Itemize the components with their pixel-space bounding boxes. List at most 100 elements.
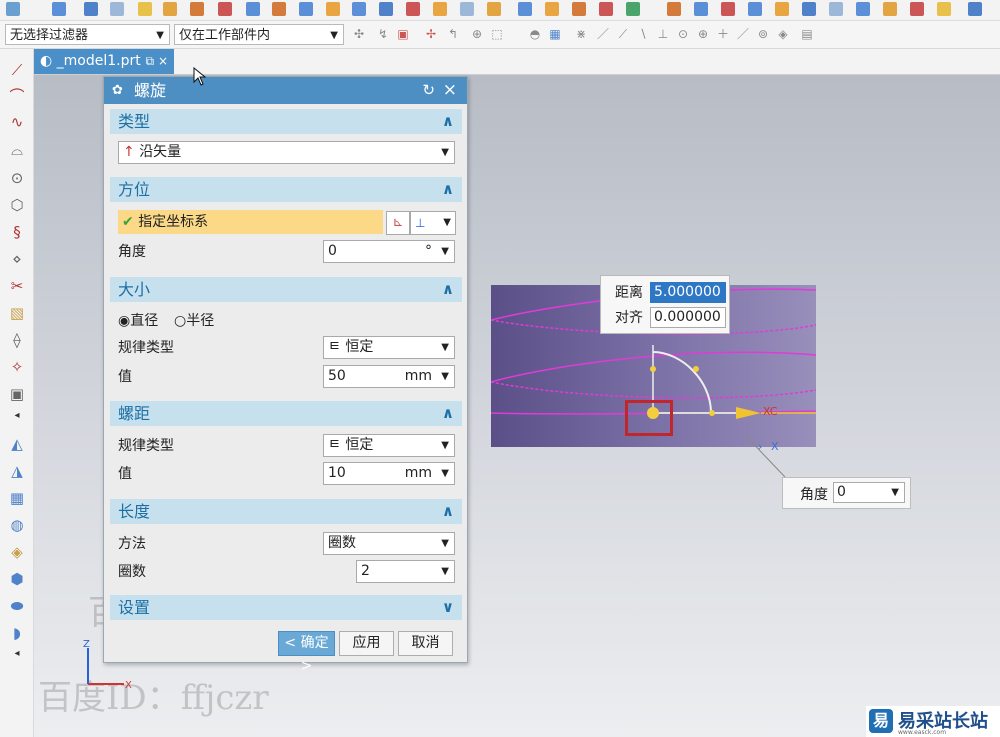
project-icon[interactable]: ⟠ xyxy=(8,331,26,349)
selection-filter-select[interactable]: 无选择过滤器 ▼ xyxy=(5,24,170,45)
expand-arrow-icon[interactable]: ◂ xyxy=(8,407,26,425)
toolbar-tool-icon[interactable] xyxy=(138,2,152,16)
sweep-tube-icon[interactable]: ◗ xyxy=(8,624,26,642)
type-select[interactable]: ↑ 沿矢量 ▼ xyxy=(118,141,455,164)
handle-point[interactable] xyxy=(693,366,699,372)
surface-icon[interactable]: ◭ xyxy=(8,435,26,453)
toolbar-tool-icon[interactable] xyxy=(352,2,366,16)
snap-icon[interactable]: ◈ xyxy=(776,27,790,41)
section-type-header[interactable]: 类型 ∧ xyxy=(110,109,462,134)
toolbar-tool-icon[interactable] xyxy=(545,2,559,16)
toolbar-tool-icon[interactable] xyxy=(626,2,640,16)
snap-icon[interactable]: ▦ xyxy=(548,27,562,41)
radius-radio[interactable]: ○半径 xyxy=(174,310,214,330)
mesh-icon[interactable]: ▦ xyxy=(8,489,26,507)
distance-input[interactable]: 5.000000 xyxy=(650,282,726,303)
extract-icon[interactable]: ▣ xyxy=(8,385,26,403)
toolbar-tool-icon[interactable] xyxy=(6,2,20,16)
surface-icon[interactable]: ◮ xyxy=(8,462,26,480)
toolbar-tool-icon[interactable] xyxy=(326,2,340,16)
csys-dialog-icon[interactable]: ⊾ xyxy=(386,211,410,235)
angle-popup-select[interactable]: 0 ▼ xyxy=(833,482,905,503)
trim-icon[interactable]: ✂ xyxy=(8,277,26,295)
offset-icon[interactable]: ⋄ xyxy=(8,250,26,268)
snap-icon[interactable]: ▤ xyxy=(800,27,814,41)
snap-icon[interactable]: ◓ xyxy=(528,27,542,41)
toolbar-tool-icon[interactable] xyxy=(910,2,924,16)
snap-icon[interactable]: ⊕ xyxy=(470,27,484,41)
pitch-value-input[interactable]: 10 mm ▼ xyxy=(323,462,455,485)
circle-icon[interactable]: ⊙ xyxy=(8,169,26,187)
dialog-titlebar[interactable]: ✿ 螺旋 ↻ × xyxy=(104,77,467,104)
toolbar-tool-icon[interactable] xyxy=(802,2,816,16)
length-method-select[interactable]: 圈数 ▼ xyxy=(323,532,455,555)
toolbar-tool-icon[interactable] xyxy=(748,2,762,16)
polygon-icon[interactable]: ⬡ xyxy=(8,196,26,214)
toolbar-tool-icon[interactable] xyxy=(433,2,447,16)
snap-icon[interactable]: ↰ xyxy=(446,27,460,41)
toolbar-tool-icon[interactable] xyxy=(599,2,613,16)
snap-icon[interactable]: ∖ xyxy=(636,27,650,41)
pitch-law-select[interactable]: ㅌ 恒定 ▼ xyxy=(323,434,455,457)
section-settings-header[interactable]: 设置 ∨ xyxy=(110,595,462,620)
chevron-up-icon[interactable]: ∧ xyxy=(442,277,454,302)
chevron-up-icon[interactable]: ∧ xyxy=(442,499,454,524)
xc-arrow-icon[interactable] xyxy=(736,407,761,419)
toolbar-tool-icon[interactable] xyxy=(775,2,789,16)
snap-icon[interactable]: ／ xyxy=(596,27,610,41)
section-length-header[interactable]: 长度 ∧ xyxy=(110,499,462,524)
close-icon[interactable]: × xyxy=(158,54,168,68)
toolbar-tool-icon[interactable] xyxy=(246,2,260,16)
toolbar-tool-icon[interactable] xyxy=(110,2,124,16)
section-orientation-header[interactable]: 方位 ∧ xyxy=(110,177,462,202)
text-icon[interactable]: ▧ xyxy=(8,304,26,322)
toolbar-tool-icon[interactable] xyxy=(163,2,177,16)
toolbar-tool-icon[interactable] xyxy=(518,2,532,16)
handle-point[interactable] xyxy=(650,366,656,372)
toolbar-tool-icon[interactable] xyxy=(487,2,501,16)
gear-icon[interactable]: ✿ xyxy=(112,77,123,104)
close-icon[interactable]: × xyxy=(443,77,457,104)
handle-point[interactable] xyxy=(709,410,715,416)
diameter-radio[interactable]: ◉直径 xyxy=(118,310,158,330)
snap-icon[interactable]: ⊕ xyxy=(696,27,710,41)
snap-icon[interactable]: ⬚ xyxy=(490,27,504,41)
size-law-select[interactable]: ㅌ 恒定 ▼ xyxy=(323,336,455,359)
size-value-input[interactable]: 50 mm ▼ xyxy=(323,365,455,388)
blend-icon[interactable]: ◈ xyxy=(8,543,26,561)
reset-icon[interactable]: ↻ xyxy=(422,77,435,104)
align-input[interactable]: 0.000000 xyxy=(650,307,726,328)
toolbar-tool-icon[interactable] xyxy=(883,2,897,16)
tab-controls[interactable]: ⧉ × xyxy=(146,49,168,74)
selection-scope-select[interactable]: 仅在工作部件内 ▼ xyxy=(174,24,344,45)
specify-csys-row[interactable]: ✔ 指定坐标系 xyxy=(118,210,383,234)
tube-icon[interactable]: ⬬ xyxy=(8,597,26,615)
snap-icon[interactable]: ⋇ xyxy=(574,27,588,41)
snap-icon[interactable]: ⊙ xyxy=(676,27,690,41)
cancel-button[interactable]: 取消 xyxy=(398,631,453,656)
toolbar-tool-icon[interactable] xyxy=(190,2,204,16)
snap-icon[interactable]: ⊚ xyxy=(756,27,770,41)
chevron-up-icon[interactable]: ∧ xyxy=(442,177,454,202)
tab-model1[interactable]: ◐ _model1.prt ⧉ × xyxy=(34,49,174,74)
toolbar-tool-icon[interactable] xyxy=(856,2,870,16)
toolbar-tool-icon[interactable] xyxy=(406,2,420,16)
snap-icon[interactable]: ✣ xyxy=(352,27,366,41)
section-size-header[interactable]: 大小 ∧ xyxy=(110,277,462,302)
toolbar-tool-icon[interactable] xyxy=(218,2,232,16)
snap-icon[interactable]: ＋ xyxy=(716,27,730,41)
toolbar-tool-icon[interactable] xyxy=(84,2,98,16)
sweep-icon[interactable]: ◍ xyxy=(8,516,26,534)
spline-icon[interactable]: ∿ xyxy=(8,113,26,131)
toolbar-tool-icon[interactable] xyxy=(829,2,843,16)
snap-icon[interactable]: ／ xyxy=(736,27,750,41)
toolbar-tool-icon[interactable] xyxy=(572,2,586,16)
intersect-icon[interactable]: ✧ xyxy=(8,358,26,376)
line-icon[interactable]: ⟋ xyxy=(8,61,26,79)
toolbar-tool-icon[interactable] xyxy=(272,2,286,16)
helix-icon[interactable]: § xyxy=(8,223,26,241)
snap-icon[interactable]: ⟋ xyxy=(616,27,630,41)
section-pitch-header[interactable]: 螺距 ∧ xyxy=(110,401,462,426)
toolbar-tool-icon[interactable] xyxy=(968,2,982,16)
snap-icon[interactable]: ▣ xyxy=(396,27,410,41)
